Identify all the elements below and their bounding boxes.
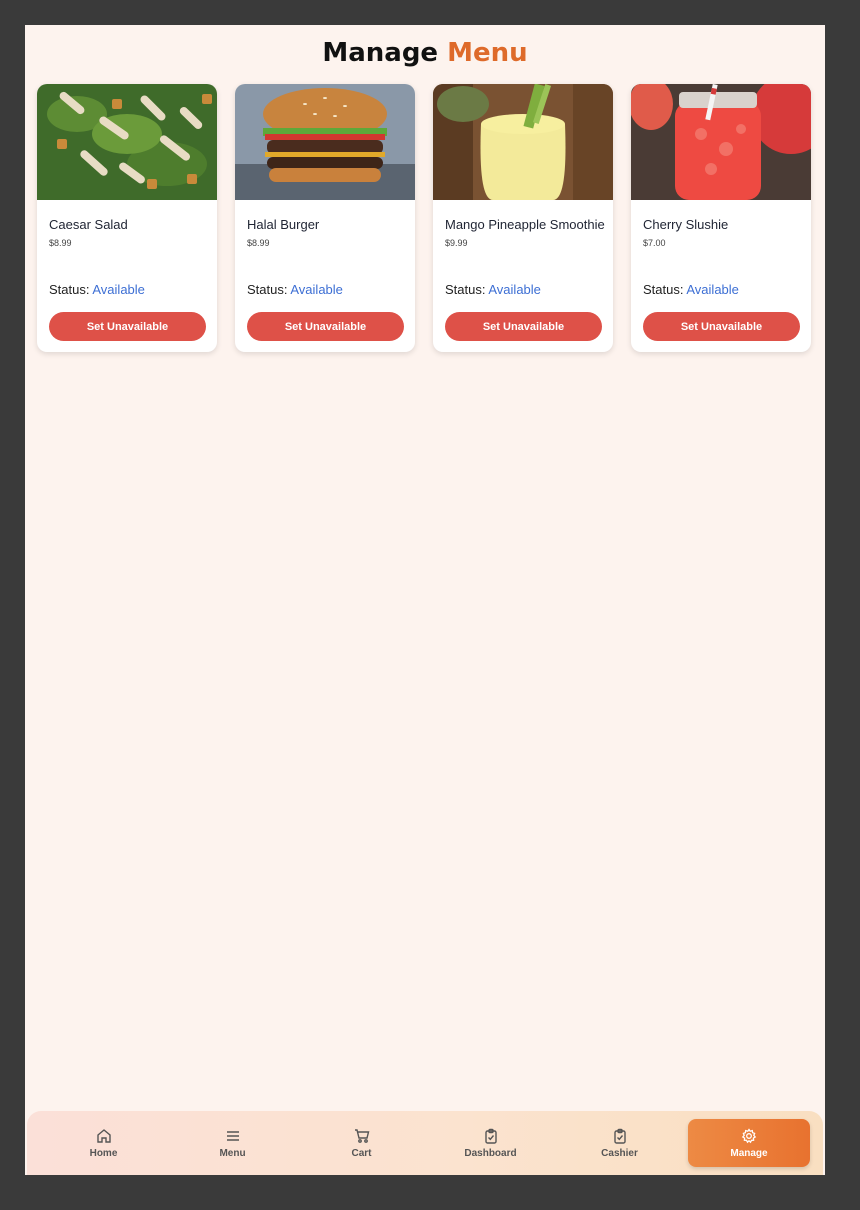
nav-label: Manage bbox=[730, 1147, 768, 1159]
set-unavailable-button[interactable]: Set Unavailable bbox=[445, 312, 602, 341]
page-title: Manage Menu bbox=[25, 38, 825, 68]
clipboard-icon bbox=[484, 1128, 497, 1144]
status-value: Available bbox=[686, 282, 739, 297]
nav-label: Cashier bbox=[601, 1147, 638, 1159]
item-name: Cherry Slushie bbox=[643, 217, 729, 232]
item-price: $7.00 bbox=[643, 238, 666, 248]
app-screen: Manage Menu Caesar Salad $8.99 Status: A… bbox=[25, 25, 825, 1175]
set-unavailable-button[interactable]: Set Unavailable bbox=[643, 312, 800, 341]
bottom-nav: Home Menu Cart Dashboard Cashier Manage bbox=[27, 1111, 823, 1175]
smoothie-image bbox=[433, 84, 613, 200]
status-label: Status: bbox=[247, 282, 288, 297]
nav-item-dashboard[interactable]: Dashboard bbox=[426, 1119, 555, 1167]
nav-item-cashier[interactable]: Cashier bbox=[555, 1119, 684, 1167]
item-name: Caesar Salad bbox=[49, 217, 128, 232]
menu-icon bbox=[226, 1130, 239, 1141]
nav-label: Menu bbox=[219, 1147, 246, 1159]
set-unavailable-button[interactable]: Set Unavailable bbox=[247, 312, 404, 341]
home-icon bbox=[96, 1128, 111, 1143]
nav-label: Cart bbox=[351, 1147, 372, 1159]
nav-label: Dashboard bbox=[464, 1147, 517, 1159]
gear-icon bbox=[741, 1127, 757, 1143]
nav-item-menu[interactable]: Menu bbox=[168, 1119, 297, 1167]
slushie-image bbox=[631, 84, 811, 200]
page-title-accent: Menu bbox=[447, 38, 528, 68]
item-status: Status: Available bbox=[643, 282, 739, 297]
nav-item-manage[interactable]: Manage bbox=[688, 1119, 810, 1167]
status-label: Status: bbox=[643, 282, 684, 297]
set-unavailable-button[interactable]: Set Unavailable bbox=[49, 312, 206, 341]
caesar-salad-image bbox=[37, 84, 217, 200]
menu-grid: Caesar Salad $8.99 Status: Available Set… bbox=[37, 84, 813, 352]
menu-item-card: Caesar Salad $8.99 Status: Available Set… bbox=[37, 84, 217, 352]
status-value: Available bbox=[290, 282, 343, 297]
status-label: Status: bbox=[49, 282, 90, 297]
cart-icon bbox=[354, 1128, 369, 1143]
item-status: Status: Available bbox=[247, 282, 343, 297]
burger-image bbox=[235, 84, 415, 200]
nav-label: Home bbox=[89, 1147, 118, 1159]
item-name: Halal Burger bbox=[247, 217, 320, 232]
status-label: Status: bbox=[445, 282, 486, 297]
item-price: $8.99 bbox=[247, 238, 270, 248]
item-name: Mango Pineapple Smoothie bbox=[445, 217, 605, 232]
item-status: Status: Available bbox=[49, 282, 145, 297]
page-title-main: Manage bbox=[322, 38, 439, 68]
nav-item-cart[interactable]: Cart bbox=[297, 1119, 426, 1167]
nav-item-home[interactable]: Home bbox=[39, 1119, 168, 1167]
menu-item-card: Mango Pineapple Smoothie $9.99 Status: A… bbox=[433, 84, 613, 352]
item-status: Status: Available bbox=[445, 282, 541, 297]
menu-item-card: Cherry Slushie $7.00 Status: Available S… bbox=[631, 84, 811, 352]
menu-item-card: Halal Burger $8.99 Status: Available Set… bbox=[235, 84, 415, 352]
clipboard-icon bbox=[613, 1128, 626, 1144]
status-value: Available bbox=[488, 282, 541, 297]
item-price: $8.99 bbox=[49, 238, 72, 248]
item-price: $9.99 bbox=[445, 238, 468, 248]
status-value: Available bbox=[92, 282, 145, 297]
